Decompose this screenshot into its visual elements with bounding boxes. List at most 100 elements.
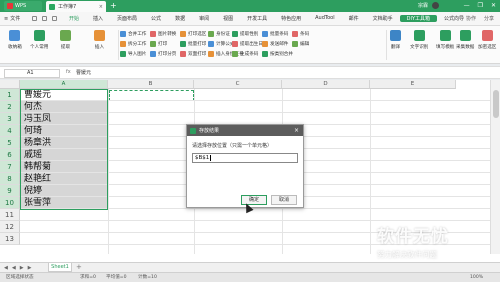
ribbon-small-button-18[interactable]: 按类别合并 [262, 51, 293, 57]
dialog-close-icon[interactable]: × [294, 127, 299, 134]
ribbon-small-button-17[interactable]: 发送邮件 [262, 41, 288, 47]
tab-6[interactable]: 审阅 [192, 15, 216, 22]
dialog-title: 存放结果 [199, 128, 220, 134]
row-header-9[interactable]: 9 [0, 185, 20, 197]
maximize-button[interactable]: ❐ [478, 1, 483, 11]
ribbon-button-5[interactable]: 翻译 [390, 30, 401, 50]
column-header-e[interactable]: E [370, 80, 456, 89]
location-input[interactable]: $B$1 [192, 153, 298, 163]
row-header-6[interactable]: 6 [0, 149, 20, 161]
name-box[interactable]: A1 [4, 69, 60, 78]
ribbon-button-6[interactable]: 文字识别 [410, 30, 428, 50]
row-header-13[interactable]: 13 [0, 233, 20, 245]
ribbon-small-button-8[interactable]: 批量打印 [180, 41, 206, 47]
ribbon-small-button-15[interactable]: 生成条码 [232, 51, 258, 57]
ribbon-tool-icon [60, 30, 71, 41]
row-header-11[interactable]: 11 [0, 209, 20, 221]
print-icon[interactable] [42, 16, 47, 21]
ribbon-small-button-10[interactable]: 身份证 [208, 31, 230, 37]
tab-8[interactable]: 开发工具 [240, 15, 274, 22]
ribbon-small-button-4[interactable]: 图片转换 [150, 31, 176, 37]
undo-icon[interactable] [52, 16, 57, 21]
ribbon-small-button-2[interactable]: 拆分工作 [120, 41, 146, 47]
save-icon[interactable] [32, 16, 37, 21]
new-tab-button[interactable]: + [110, 1, 117, 11]
tab-11[interactable]: 邮件 [342, 15, 366, 22]
ribbon-button-4[interactable]: 插入 [94, 30, 105, 50]
row-header-8[interactable]: 8 [0, 173, 20, 185]
prev-sheet-icon[interactable]: ◀ [12, 264, 16, 272]
share-button[interactable]: 分享 [484, 15, 494, 22]
column-header-c[interactable]: C [194, 80, 282, 89]
ribbon-small-icon [208, 41, 214, 47]
row-header-12[interactable]: 12 [0, 221, 20, 233]
scroll-thumb[interactable] [493, 90, 499, 118]
ribbon-small-button-16[interactable]: 批量条码 [262, 31, 288, 37]
column-header-d[interactable]: D [282, 80, 370, 89]
ribbon-button-2[interactable]: 个人常用 [30, 30, 48, 50]
ribbon-button-1[interactable]: 收纳箱 [8, 30, 22, 50]
ribbon-small-button-20[interactable]: 编辑 [292, 41, 309, 47]
ribbon-small-button-9[interactable]: 双面打印 [180, 51, 206, 57]
tab-9[interactable]: 特色应用 [274, 15, 308, 22]
ribbon-small-label: 合并工作 [128, 32, 147, 37]
dialog-prompt: 请选择存放位置（只需一个单元格） [192, 143, 273, 149]
wps-label: WPS [15, 3, 27, 9]
fx-icon[interactable]: fx [66, 69, 71, 75]
row-header-4[interactable]: 4 [0, 125, 20, 137]
row-header-2[interactable]: 2 [0, 101, 20, 113]
ribbon-button-label: 加密选区 [478, 45, 497, 50]
last-sheet-icon[interactable]: ▶ [28, 264, 32, 272]
row-header-1[interactable]: 1 [0, 89, 20, 101]
tab-1[interactable]: 开始 [62, 15, 86, 22]
zoom-level[interactable]: 100% [470, 274, 483, 282]
tab-5[interactable]: 数据 [168, 15, 192, 22]
row-header-7[interactable]: 7 [0, 161, 20, 173]
ribbon-tool-icon [459, 30, 471, 41]
formula-input[interactable]: 曹媛元 [76, 69, 91, 76]
tab-4[interactable]: 公式 [144, 15, 168, 22]
file-menu[interactable]: ≡ 文件 [4, 15, 20, 23]
user-name[interactable]: 宗霖 [418, 2, 428, 9]
column-header-a[interactable]: A [20, 80, 108, 89]
row-header-10[interactable]: 10 [0, 197, 20, 209]
next-sheet-icon[interactable]: ▶ [20, 264, 24, 272]
first-sheet-icon[interactable]: ◀ [4, 264, 8, 272]
collaborate-button[interactable]: 协作 [466, 15, 476, 22]
ribbon-button-8[interactable]: 采集数据 [456, 30, 474, 50]
ribbon-small-button-7[interactable]: 打印选区 [180, 31, 206, 37]
cancel-button[interactable]: 取消 [271, 195, 297, 205]
sheet-tab-sheet1[interactable]: Sheet1 [48, 263, 72, 272]
ribbon-small-button-19[interactable]: 条码 [292, 31, 309, 37]
ribbon-button-7[interactable]: 填写模板 [436, 30, 454, 50]
tab-2[interactable]: 插入 [86, 15, 110, 22]
ribbon-small-button-6[interactable]: 打印分页 [150, 51, 176, 57]
ribbon-small-label: 图片转换 [158, 32, 177, 37]
add-sheet-button[interactable]: + [76, 263, 82, 272]
tab-10[interactable]: AudTool [308, 15, 341, 22]
tab-13[interactable]: DIY工具箱 [399, 15, 438, 22]
tab-3[interactable]: 页面布局 [110, 15, 144, 22]
ribbon-button-3[interactable]: 提取 [60, 30, 71, 50]
column-header-b[interactable]: B [108, 80, 194, 89]
row-header-3[interactable]: 3 [0, 113, 20, 125]
ribbon-small-button-1[interactable]: 合并工作 [120, 31, 146, 37]
ribbon-small-button-13[interactable]: 提取性别 [232, 31, 258, 37]
row-header-5[interactable]: 5 [0, 137, 20, 149]
tab-12[interactable]: 文档助手 [366, 15, 400, 22]
ribbon-small-button-5[interactable]: 打印 [150, 41, 167, 47]
document-tab[interactable]: 工作簿7 × [46, 1, 106, 12]
ribbon-small-button-11[interactable]: 计算公式 [208, 41, 234, 47]
tab-7[interactable]: 视图 [216, 15, 240, 22]
minimize-button[interactable]: — [464, 1, 470, 11]
wps-home-tab[interactable]: WPS [4, 1, 42, 11]
select-all-corner[interactable] [0, 80, 20, 89]
ribbon-small-label: 发送邮件 [270, 42, 289, 47]
ribbon-tool-icon [9, 30, 21, 41]
close-button[interactable]: ✕ [491, 1, 496, 11]
ribbon-button-9[interactable]: 加密选区 [478, 30, 496, 50]
ribbon-small-label: 条码 [300, 32, 310, 37]
close-tab-icon[interactable]: × [99, 4, 103, 10]
avatar[interactable] [432, 2, 439, 9]
ribbon-small-button-3[interactable]: 导入图片 [120, 51, 146, 57]
